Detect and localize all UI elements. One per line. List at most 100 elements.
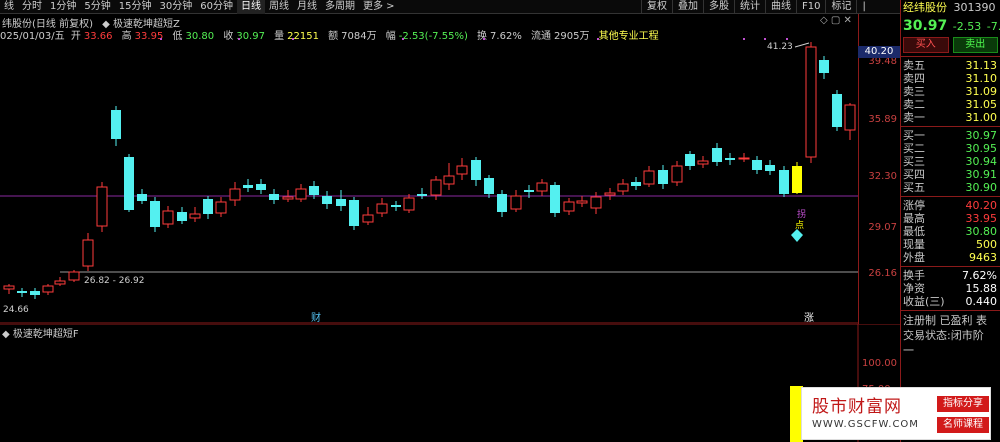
stock-price: 30.97 [903, 18, 948, 34]
limit-up-marker[interactable]: 涨 [804, 312, 814, 324]
candle-body [456, 165, 468, 175]
timeframe-tab[interactable]: 多周期 [321, 0, 359, 14]
bids-row: 买三 30.94 [901, 155, 1000, 168]
timeframe-tab[interactable]: 月线 [293, 0, 321, 14]
timeframe-tab[interactable]: 更多 > [359, 0, 399, 14]
candle [96, 182, 108, 232]
chart-tool-button[interactable]: 标记 [825, 0, 856, 14]
chart-tool-button[interactable]: 统计 [734, 0, 765, 14]
candle [295, 184, 307, 202]
candle [391, 201, 401, 211]
candle-body [30, 291, 40, 295]
candle-body [391, 205, 401, 207]
candle-body [510, 195, 522, 210]
chart-tool-button[interactable]: | [856, 0, 870, 14]
candle [819, 56, 829, 79]
row-value: 40.20 [965, 199, 998, 212]
row-label: 卖一 [903, 111, 925, 124]
candle-body [349, 200, 359, 226]
candle [362, 207, 374, 225]
candle-body [725, 158, 735, 160]
signal-dot [743, 38, 745, 40]
chart-tool-button[interactable]: F10 [796, 0, 825, 14]
finance-marker[interactable]: 财 [311, 311, 321, 324]
sell-button[interactable]: 卖出 [952, 37, 998, 53]
stock-note: 注册制 已盈利 表 [903, 314, 987, 327]
price-axis-label: 26.16 [868, 268, 897, 279]
candle-body [697, 160, 709, 165]
candle-body [524, 190, 534, 192]
chart-tool-buttons: 复权 叠加 多股 统计 曲线 F10 标记 | [641, 0, 871, 14]
candle [779, 166, 789, 197]
candle-body [844, 104, 856, 131]
timeframe-tab[interactable]: 周线 [265, 0, 293, 14]
candle-body [3, 285, 15, 290]
chart-tool-button[interactable]: 多股 [703, 0, 734, 14]
candle [54, 277, 66, 286]
candle-body [631, 182, 641, 186]
signal-dot [597, 38, 599, 40]
indicator-panel[interactable]: 极 速 [0, 324, 900, 442]
stock-note: 交易状态:闭市阶 [903, 329, 984, 342]
row-label: 最低 [903, 225, 925, 238]
chart-tool-button[interactable]: 复权 [641, 0, 672, 14]
candle-body [362, 214, 374, 223]
candle [403, 194, 415, 213]
candle-body [484, 178, 494, 194]
candle [738, 153, 750, 162]
candle-body [403, 197, 415, 211]
candle [471, 157, 481, 186]
candle [765, 160, 775, 175]
candle [269, 189, 279, 204]
buy-button[interactable]: 买入 [903, 37, 949, 53]
chart-tool-button[interactable]: 曲线 [765, 0, 796, 14]
timeframe-tab[interactable]: 1分钟 [46, 0, 80, 14]
candle-body [792, 166, 802, 193]
timeframe-tab[interactable]: 线 [0, 0, 18, 14]
stock-header: 经纬股份 301390 [901, 0, 1000, 16]
asks-row: 卖一 31.00 [901, 111, 1000, 124]
row-label: 净资 [903, 282, 925, 295]
stats-row: 最低 30.80 [901, 225, 1000, 238]
candle [3, 284, 15, 294]
candle-body [417, 194, 427, 196]
stock-pct: -7.5 [986, 20, 1000, 33]
row-value: 30.80 [965, 225, 998, 238]
row-value: 30.95 [965, 142, 998, 155]
candle-body [189, 213, 201, 219]
stock-notes: 注册制 已盈利 表交易状态:闭市阶一 [901, 313, 1000, 358]
timeframe-tab[interactable]: 30分钟 [155, 0, 196, 14]
candlestick-chart[interactable]: 41.23 24.66 26.82 - 26.92 财 涨 拐点 [0, 14, 858, 324]
candle-body [738, 157, 750, 160]
candle-body [550, 185, 560, 213]
watermark-main: 股市财富网 [812, 397, 902, 417]
row-label: 涨停 [903, 199, 925, 212]
candle-body [819, 60, 829, 73]
candle [322, 191, 332, 209]
range-annotation: 26.82 - 26.92 [84, 276, 145, 286]
timeframe-tab[interactable]: 分时 [18, 0, 46, 14]
candle-body [430, 179, 442, 196]
candle [203, 196, 213, 219]
row-label: 现量 [903, 238, 925, 251]
chart-tool-button[interactable]: 叠加 [672, 0, 703, 14]
timeframe-tab[interactable]: 60分钟 [196, 0, 237, 14]
timeframe-tab[interactable]: 5分钟 [80, 0, 114, 14]
candle [243, 179, 253, 192]
candle-body [712, 148, 722, 162]
bids-row: 买一 30.97 [901, 129, 1000, 142]
candle-body [576, 200, 588, 204]
candle [792, 162, 802, 194]
candle [376, 198, 388, 217]
row-value: 7.62% [962, 269, 997, 282]
timeframe-tab[interactable]: 日线 [236, 0, 265, 14]
candle [617, 179, 629, 195]
row-value: 31.09 [965, 85, 998, 98]
extra-divider [901, 266, 1000, 267]
candle-body [111, 110, 121, 139]
timeframe-tab[interactable]: 15分钟 [115, 0, 156, 14]
candle-body [376, 203, 388, 214]
price-axis-label: 32.30 [868, 171, 897, 182]
row-value: 9463 [969, 251, 997, 264]
watermark-banner: 股市财富网 WWW.GSCFW.COM 指标分享 名师课程 [801, 387, 991, 440]
